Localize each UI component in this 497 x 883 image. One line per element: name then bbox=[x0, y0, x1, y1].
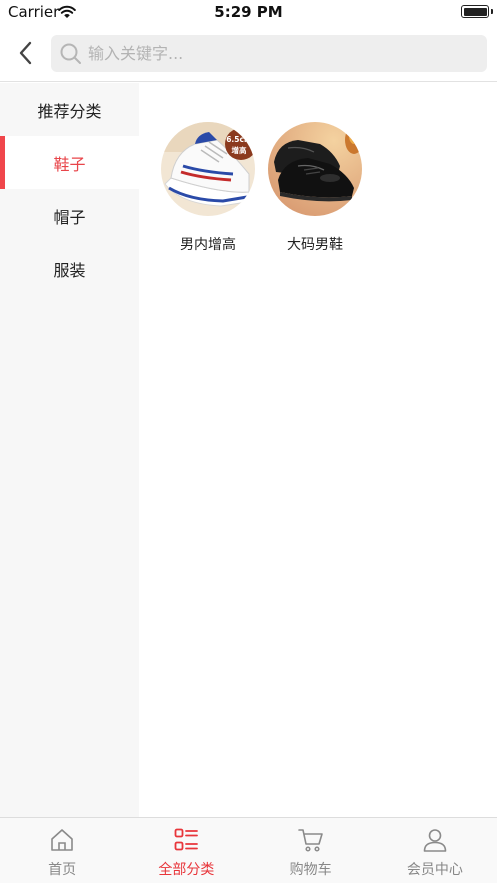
tab-label: 全部分类 bbox=[158, 862, 215, 878]
tab-label: 购物车 bbox=[289, 862, 332, 878]
sidebar-item-clothing[interactable]: 服装 bbox=[0, 242, 139, 295]
tab-label: 会员中心 bbox=[406, 862, 463, 878]
sidebar-item-label: 推荐分类 bbox=[37, 101, 102, 121]
product-name: 男内增高 bbox=[180, 237, 236, 253]
home-icon bbox=[51, 829, 73, 851]
active-indicator bbox=[0, 136, 5, 189]
tab-home[interactable]: 首页 bbox=[0, 818, 124, 883]
search-bar[interactable] bbox=[51, 35, 487, 72]
search-header bbox=[0, 24, 497, 82]
product-item[interactable]: 6.5cm 增高 男内增高 bbox=[158, 122, 258, 254]
status-bar: Carrier 5:29 PM bbox=[0, 0, 497, 24]
search-icon bbox=[60, 43, 81, 64]
search-input[interactable] bbox=[88, 44, 468, 63]
sidebar-item-hats[interactable]: 帽子 bbox=[0, 189, 139, 242]
back-button[interactable] bbox=[10, 36, 40, 70]
tab-all-categories[interactable]: 全部分类 bbox=[124, 818, 248, 883]
battery-tip bbox=[491, 9, 493, 14]
clock: 5:29 PM bbox=[214, 3, 283, 21]
product-image-leather-shoes bbox=[268, 122, 362, 216]
product-name: 大码男鞋 bbox=[287, 237, 343, 253]
badge-height-text: 6.5cm bbox=[226, 135, 252, 144]
bottom-tab-bar: 首页 全部分类 购物车 会员中心 bbox=[0, 817, 497, 883]
product-item[interactable]: 大码男鞋 bbox=[265, 122, 365, 254]
category-sidebar: 推荐分类 鞋子 帽子 服装 bbox=[0, 83, 139, 817]
cart-icon bbox=[297, 829, 323, 852]
tab-member-center[interactable]: 会员中心 bbox=[373, 818, 497, 883]
user-icon bbox=[423, 829, 447, 852]
tab-label: 首页 bbox=[48, 862, 77, 878]
category-icon bbox=[174, 828, 199, 851]
sidebar-item-label: 服装 bbox=[53, 260, 86, 280]
chevron-left-icon bbox=[19, 41, 32, 65]
sidebar-item-recommended[interactable]: 推荐分类 bbox=[0, 83, 139, 136]
sidebar-item-label: 帽子 bbox=[53, 207, 86, 227]
product-image-sneaker: 6.5cm 增高 bbox=[161, 122, 255, 216]
category-content: 6.5cm 增高 男内增高 大码男鞋 bbox=[139, 83, 497, 817]
badge-label-text: 增高 bbox=[232, 145, 247, 155]
tab-cart[interactable]: 购物车 bbox=[249, 818, 373, 883]
sidebar-item-label: 鞋子 bbox=[53, 154, 86, 174]
sidebar-item-shoes[interactable]: 鞋子 bbox=[0, 136, 139, 189]
battery-icon bbox=[461, 5, 489, 18]
